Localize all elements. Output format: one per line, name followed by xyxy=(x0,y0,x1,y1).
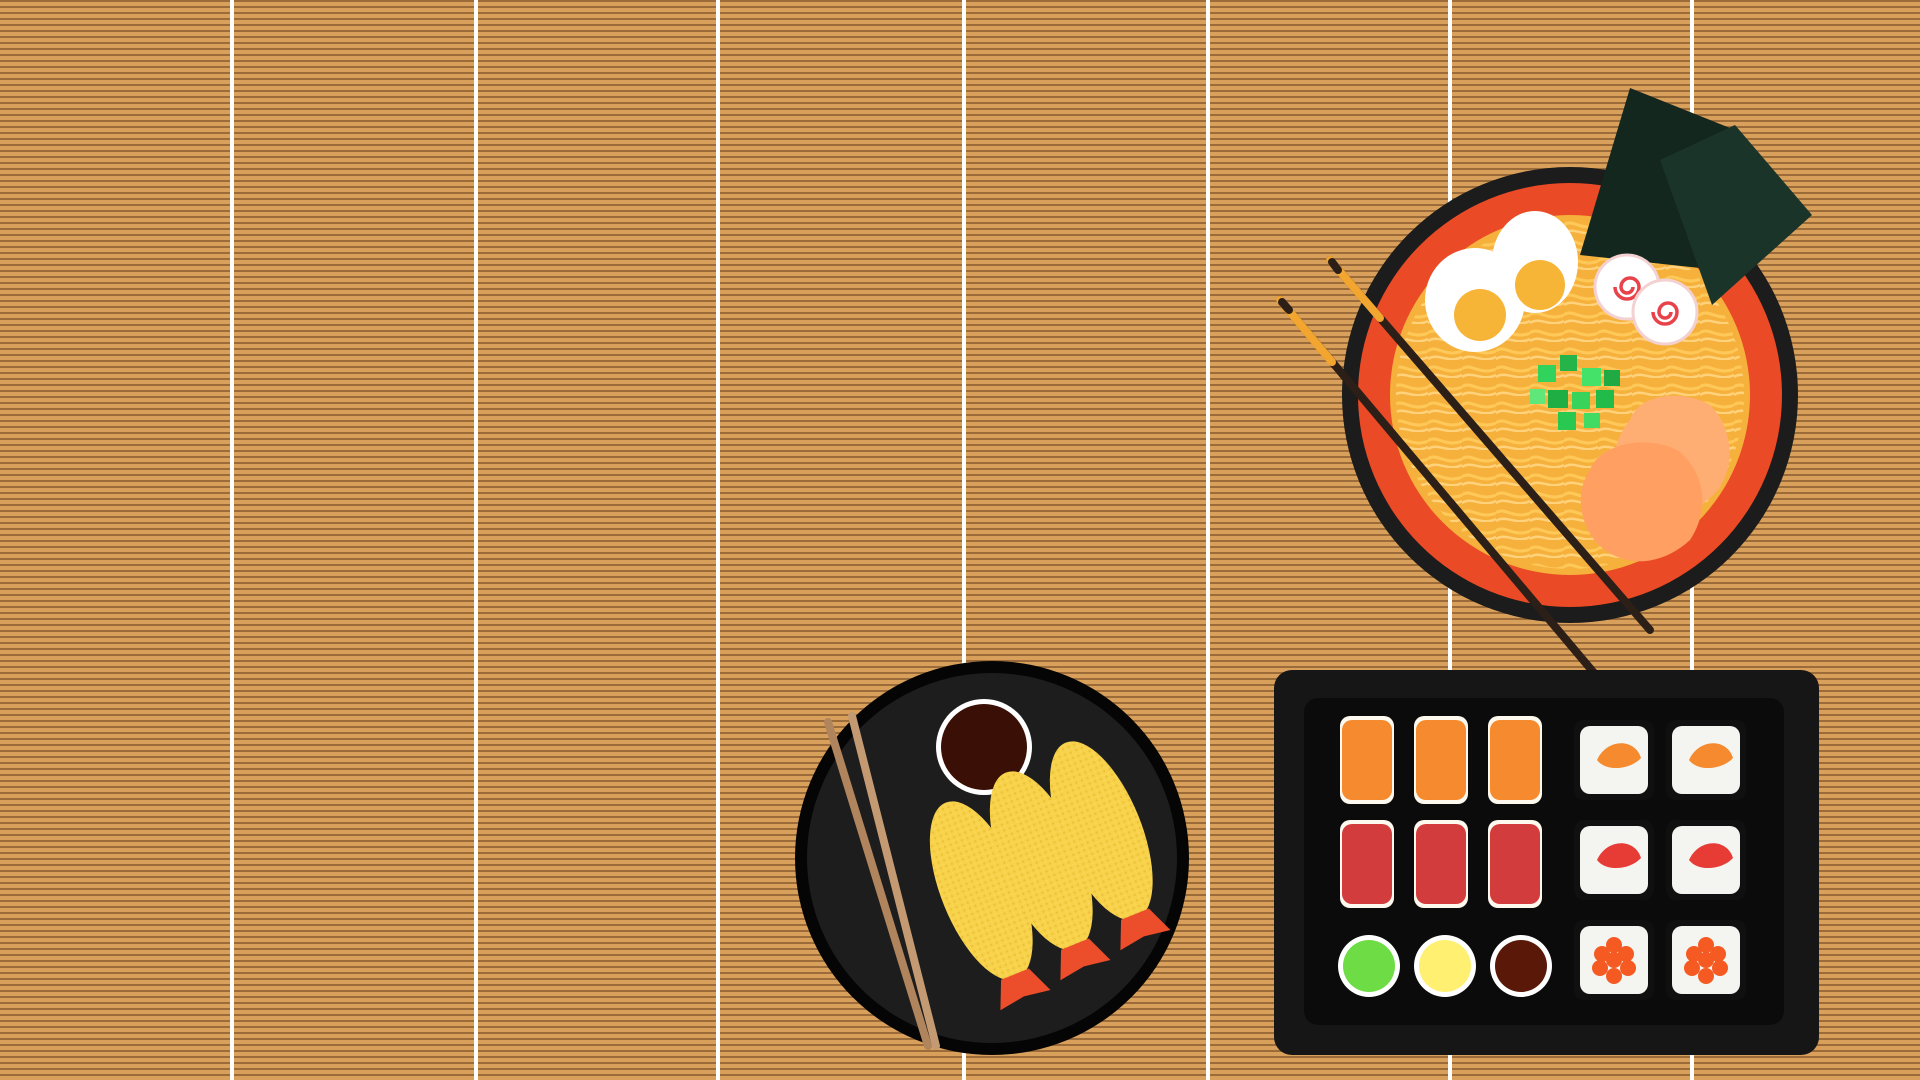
scallion-piece xyxy=(1604,370,1620,386)
nigiri-fish xyxy=(1416,720,1466,800)
chashu-slice xyxy=(1580,442,1703,562)
egg-yolk xyxy=(1515,260,1565,310)
scallion-piece xyxy=(1572,392,1590,409)
chopstick-end xyxy=(1328,258,1342,274)
nigiri-fish xyxy=(1490,824,1540,904)
egg-yolk xyxy=(1454,289,1506,341)
mat-divider xyxy=(1206,0,1210,1080)
nigiri-fish xyxy=(1490,720,1540,800)
scallion-piece xyxy=(1548,390,1568,408)
sushi-tray xyxy=(1274,670,1819,1055)
food-scene xyxy=(0,0,1920,1080)
mat-divider xyxy=(474,0,478,1080)
scallion-piece xyxy=(1582,368,1601,386)
scallion-piece xyxy=(1560,355,1577,371)
scallion-piece xyxy=(1538,365,1556,382)
ginger-icon xyxy=(1419,940,1471,992)
illustration-canvas xyxy=(0,0,1920,1080)
nigiri-fish xyxy=(1342,824,1392,904)
sauce-icon xyxy=(1495,940,1547,992)
nigiri-fish xyxy=(1416,824,1466,904)
wasabi-icon xyxy=(1343,940,1395,992)
salmon-nigiri-icon xyxy=(1340,716,1542,804)
nigiri-fish xyxy=(1342,720,1392,800)
tuna-nigiri-icon xyxy=(1340,820,1542,908)
chopstick-end xyxy=(1278,298,1293,314)
mat-divider xyxy=(716,0,720,1080)
scallion-piece xyxy=(1596,390,1614,408)
condiments xyxy=(1338,935,1552,997)
scallion-piece xyxy=(1530,389,1545,404)
mat-divider xyxy=(230,0,234,1080)
scallion-piece xyxy=(1558,412,1576,430)
naruto-slice xyxy=(1631,278,1699,346)
tempura-plate xyxy=(795,661,1189,1055)
scallion-piece xyxy=(1584,413,1600,428)
